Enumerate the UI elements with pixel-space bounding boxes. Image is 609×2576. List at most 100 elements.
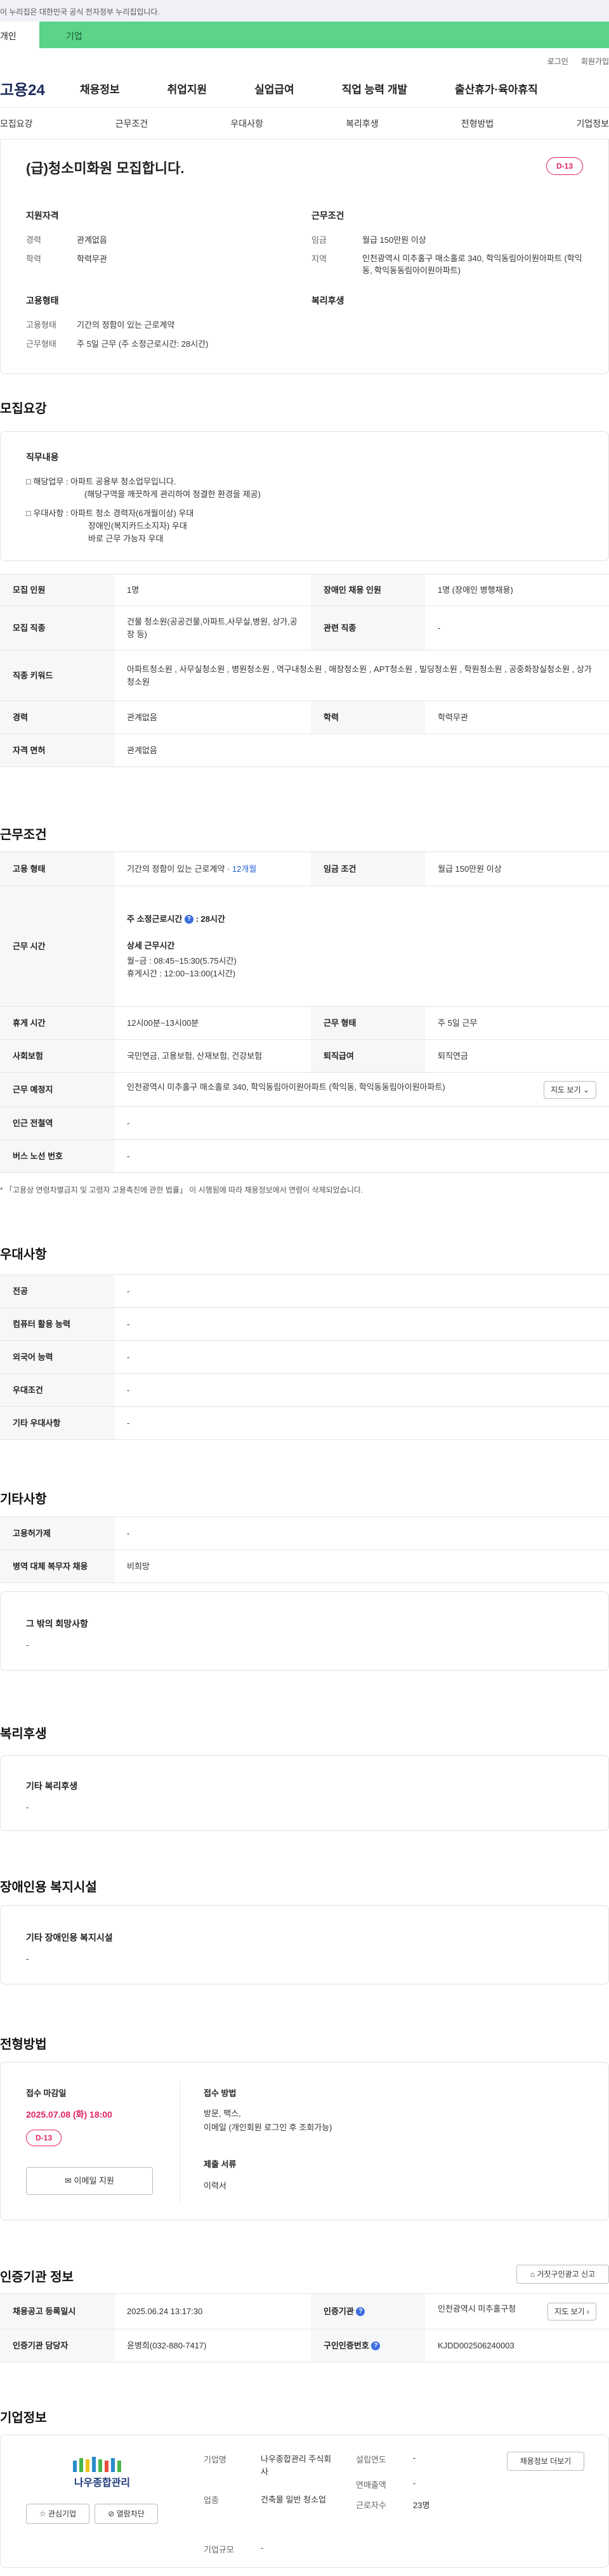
subnav-company[interactable]: 기업정보 (576, 117, 609, 130)
retire-value: 퇴직연금 (425, 1039, 609, 1073)
star-icon: ☆ (39, 2509, 46, 2518)
disabled-label: 장애인 채용 인원 (311, 574, 425, 606)
pref-etc-value: - (114, 1406, 609, 1440)
lang-label: 외국어 능력 (0, 1340, 114, 1374)
subnav-welfare[interactable]: 복리후생 (346, 117, 379, 130)
industry-value: 건축물 일반 청소업 (261, 2495, 326, 2504)
age-note-text: 「고용상 연령차별금지 및 고령자 고용촉진에 관한 법률」 이 시행됨에 따라… (5, 1186, 363, 1194)
wish-heading: 그 밖의 희망사항 (26, 1619, 88, 1629)
edu-row-value: 학력무관 (425, 701, 609, 734)
keyword-label: 직종 키워드 (0, 650, 114, 701)
nav-employment-support[interactable]: 취업지원 (167, 81, 207, 96)
subnav-recruit[interactable]: 모집요강 (0, 117, 33, 130)
member-tabs: 개인 기업 (0, 22, 609, 48)
emptype-row-label: 고용 형태 (0, 851, 114, 886)
hours-head-value: : 28시간 (195, 914, 225, 924)
duty-box: 직무내용 □ 해당업무 : 아파트 공용부 청소업무입니다. (해당구역을 깨끗… (0, 431, 609, 561)
nav-jobs[interactable]: 채용정보 (80, 81, 120, 96)
util-links: 로그인 회원가입 (0, 48, 609, 70)
disabled-value: 1명 (장애인 병행채용) (425, 574, 609, 606)
more-jobs-button[interactable]: 채용정보 더보기 (507, 2452, 584, 2471)
map-button[interactable]: 지도 보기 ⌄ (544, 1080, 596, 1099)
fav-company-button[interactable]: ☆ 관심기업 (26, 2504, 89, 2524)
org-label: 인증기관 ? (311, 2293, 425, 2329)
job-value: 건물 청소원(공공건물,아파트,사무실,병원, 상가,공장 등) (114, 605, 311, 650)
block-company-label: 열람차단 (116, 2509, 145, 2518)
nav-unemployment[interactable]: 실업급여 (254, 81, 294, 96)
tab-personal[interactable]: 개인 (0, 22, 39, 48)
related-label: 관련 직종 (311, 605, 425, 650)
welfare-box-value: - (26, 1803, 29, 1812)
career-row-value: 관계없음 (114, 701, 311, 734)
emptype-value: 기간의 정함이 있는 근로계약 (77, 320, 175, 330)
gov-banner-text: 이 누리집은 대한민국 공식 전자정부 누리집입니다. (0, 8, 160, 16)
jobno-value: KJDD002506240003 (425, 2329, 609, 2362)
duty-line: □ 우대사항 : 아파트 청소 경력자(6개월이상) 우대 (26, 508, 194, 518)
main-nav: 고용24 채용정보 취업지원 실업급여 직업 능력 개발 출산휴가·육아휴직 (0, 70, 609, 108)
size-label: 기업규모 (204, 2545, 234, 2554)
nav-training[interactable]: 직업 능력 개발 (342, 81, 407, 96)
emptype-label: 고용형태 (26, 320, 56, 330)
wage-row-value: 월급 150만원 이상 (425, 851, 609, 886)
signup-link[interactable]: 회원가입 (581, 56, 609, 70)
workcond-section-title: 근무조건 (0, 828, 47, 842)
info-icon[interactable]: ? (371, 2341, 381, 2351)
worktype-label: 근무형태 (26, 339, 56, 349)
agency-map-button[interactable]: 지도 보기 › (547, 2302, 596, 2320)
reg-label: 채용공고 등록일시 (0, 2293, 114, 2329)
logo[interactable]: 고용24 (0, 77, 80, 100)
login-link[interactable]: 로그인 (547, 56, 568, 70)
qual-heading: 지원자격 (26, 210, 59, 221)
name-value: 나우종합관리 주식회사 (261, 2454, 332, 2476)
company-card: 나우종합관리 ☆ 관심기업 ⊘ 열람차단 기업명 나우종합관리 주식회사 설립연… (0, 2435, 609, 2568)
wage-row-label: 임금 조건 (311, 851, 425, 886)
pref-etc-label: 기타 우대사항 (0, 1406, 114, 1440)
subnav-workcond[interactable]: 근무조건 (115, 117, 148, 130)
wish-box: 그 밖의 희망사항 - (0, 1591, 609, 1671)
company-logo: 나우종합관리 (51, 2454, 153, 2492)
welfare-section-title: 복리후생 (0, 1727, 47, 1741)
home-icon: ⌂ (530, 2270, 535, 2279)
name-label: 기업명 (204, 2455, 226, 2464)
tab-company[interactable]: 기업 (39, 22, 609, 48)
subnav-selection[interactable]: 전형방법 (461, 117, 494, 130)
report-fake-button[interactable]: ⌂ 거짓구인광고 신고 (516, 2265, 609, 2284)
preference-section-title: 우대사항 (0, 1248, 47, 1262)
block-company-button[interactable]: ⊘ 열람차단 (95, 2504, 158, 2524)
fav-company-label: 관심기업 (48, 2509, 77, 2518)
sales-value: - (413, 2478, 416, 2488)
major-value: - (114, 1274, 609, 1308)
sales-label: 연매출액 (356, 2480, 386, 2490)
email-apply-label: 이메일 지원 (74, 2176, 114, 2185)
form-label: 근무 형태 (311, 1006, 425, 1040)
form-value: 주 5일 근무 (425, 1006, 609, 1040)
keyword-value: 아파트청소원 , 사무실청소원 , 병원청소원 , 역구내청소원 , 매장청소원… (114, 650, 609, 701)
docs-label: 제출 서류 (204, 2159, 237, 2169)
section-nav: 모집요강 근무조건 우대사항 복리후생 전형방법 기업정보 (0, 108, 609, 139)
insurance-label: 사회보험 (0, 1039, 114, 1073)
nav-leave[interactable]: 출산휴가·육아휴직 (455, 81, 538, 96)
logo-text: 나우종합관리 (74, 2477, 130, 2489)
duty-line: 장애인(복지카드소지자) 우대 (88, 521, 187, 531)
other-table: 고용허가제 - 병역 대체 복무자 채용 비희망 (0, 1517, 609, 1583)
hours-value: 주 소정근로시간 ? : 28시간 상세 근무시간 월~금 : 08:45~15… (114, 886, 609, 1007)
agency-map-label: 지도 보기 (554, 2307, 585, 2316)
permit-value: - (114, 1517, 609, 1550)
place-label: 근무 예정지 (0, 1072, 114, 1107)
subnav-preference[interactable]: 우대사항 (230, 117, 263, 130)
employees-label: 근로자수 (356, 2501, 386, 2510)
facility-section-title: 장애인용 복지시설 (0, 1880, 97, 1894)
email-apply-button[interactable]: ✉ 이메일 지원 (26, 2167, 153, 2195)
jobno-label-text: 구인인증번호 (324, 2340, 369, 2350)
org-label-text: 인증기관 (324, 2306, 354, 2316)
summary-card: (급)청소미화원 모집합니다. D-13 지원자격 경력 관계없음 학력 학력무… (0, 139, 609, 374)
welfare-box-heading: 기타 복리후생 (26, 1781, 78, 1791)
cond-heading: 근무조건 (311, 210, 344, 221)
dday-badge: D-13 (546, 157, 583, 175)
duty-heading: 직무내용 (26, 452, 59, 462)
info-icon[interactable]: ? (356, 2307, 365, 2317)
chevron-down-icon: ⌄ (582, 1085, 589, 1094)
info-icon[interactable]: ? (184, 915, 193, 924)
emp-heading: 고용형태 (26, 295, 59, 306)
count-value: 1명 (114, 574, 311, 606)
